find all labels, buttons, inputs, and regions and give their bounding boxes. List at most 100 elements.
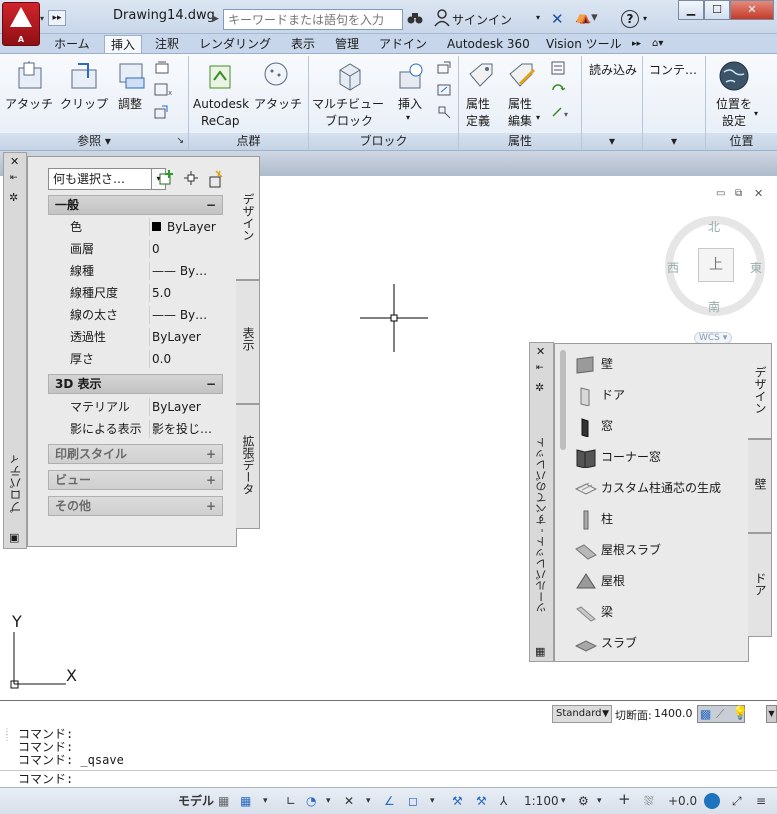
osnap-dropdown-icon[interactable]: ▾	[430, 793, 435, 809]
tool-beam[interactable]: 梁	[575, 600, 745, 624]
tab-display[interactable]: 表示	[236, 280, 260, 404]
import-panel-label[interactable]: 読み込み	[589, 62, 637, 78]
content-panel-label[interactable]: コンテ…	[649, 62, 697, 78]
grid-display-icon[interactable]: ▦	[218, 793, 229, 809]
category-plot-style[interactable]: 印刷スタイル +	[48, 444, 223, 464]
viewcube[interactable]: ▭ ⧉ ✕ 北 南 東 西 上 WCS ▾	[664, 187, 774, 348]
multiview-label-1[interactable]: マルチビュー	[312, 96, 384, 112]
help-dropdown-icon[interactable]: ▾	[643, 14, 647, 23]
elevation-value[interactable]: +0.0	[668, 793, 697, 809]
ortho-mode-icon[interactable]: ∟	[286, 793, 296, 809]
palette-properties-gear-icon[interactable]: ✲	[535, 381, 544, 394]
select-objects-icon[interactable]	[182, 169, 200, 190]
prop-row-color[interactable]: 色 ByLayer	[48, 216, 223, 238]
status-menu-icon[interactable]: ≡	[756, 793, 766, 809]
maximize-button[interactable]: ☐	[704, 0, 730, 20]
adjust-button[interactable]: 調整	[118, 96, 142, 112]
tool-corner-window[interactable]: コーナー窓	[575, 445, 745, 469]
isodraft-icon[interactable]: ✕	[344, 793, 354, 809]
tool-custom-column-grid[interactable]: カスタム柱通芯の生成	[575, 476, 745, 500]
underlay-layers-icon[interactable]	[154, 60, 170, 76]
surface-hatch-icon[interactable]: ▩	[700, 707, 711, 721]
search-input[interactable]	[223, 9, 403, 30]
isolate-objects-icon[interactable]: ⟋	[716, 707, 724, 722]
prop-row-layer[interactable]: 画層 0	[48, 238, 223, 260]
define-attribute-label-1[interactable]: 属性	[466, 96, 490, 112]
command-grip-icon[interactable]: ⋮ ⋮	[3, 728, 11, 742]
display-bar-menu-icon[interactable]: ▼	[766, 705, 777, 723]
palette-close-icon[interactable]: ✕	[536, 345, 545, 358]
set-location-dropdown-icon[interactable]: ▾	[754, 106, 758, 122]
fullscreen-icon[interactable]: ⤢	[732, 793, 742, 809]
category-misc[interactable]: その他 +	[48, 496, 223, 516]
lightbulb-icon[interactable]: 💡	[732, 706, 748, 721]
frames-icon[interactable]: x	[154, 82, 172, 98]
tab-extended-data[interactable]: 拡張データ	[236, 404, 260, 529]
snap-to-underlays-icon[interactable]	[154, 104, 170, 120]
content-panel-expand[interactable]: ▾	[643, 133, 705, 150]
ucs-plus-icon[interactable]: +	[618, 791, 631, 807]
tp-tab-wall[interactable]: 壁	[748, 439, 772, 533]
layer-key-icon[interactable]: ⛆	[644, 793, 654, 809]
workspace-gear-icon[interactable]: ⚙	[578, 793, 589, 809]
command-line-input[interactable]: コマンド:	[0, 770, 777, 787]
block-attribute-icon[interactable]	[436, 104, 452, 120]
add-selected-icon[interactable]	[158, 169, 176, 190]
edit-block-icon[interactable]	[436, 82, 452, 98]
tab-insert[interactable]: 挿入	[104, 35, 143, 54]
sync-attributes-icon[interactable]	[550, 82, 566, 98]
polar-tracking-icon[interactable]: ◔	[306, 793, 316, 809]
tool-window[interactable]: 窓	[575, 414, 745, 438]
annotation-scale-value[interactable]: 1:100	[524, 793, 559, 809]
tab-view[interactable]: 表示	[285, 35, 321, 54]
set-location-label-2[interactable]: 設定	[722, 113, 746, 129]
define-attribute-label-2[interactable]: 定義	[466, 113, 490, 129]
quick-select-icon[interactable]	[206, 169, 226, 192]
clip-button[interactable]: クリップ	[60, 96, 108, 112]
ribbon-minimize-icon[interactable]: ⌂▾	[646, 35, 669, 54]
prop-row-material[interactable]: マテリアル ByLayer	[48, 396, 223, 418]
exchange-apps-icon[interactable]: ✕	[551, 10, 564, 28]
attach-button[interactable]: アタッチ	[5, 96, 53, 112]
snap-dropdown-icon[interactable]: ▾	[263, 793, 268, 809]
model-space-button[interactable]: モデル	[178, 793, 214, 809]
create-block-icon[interactable]	[436, 60, 452, 76]
category-view[interactable]: ビュー +	[48, 470, 223, 490]
more-tabs-icon[interactable]: ▸▸	[626, 35, 647, 54]
insert-dropdown-icon[interactable]: ▾	[406, 110, 410, 126]
object-type-selector[interactable]: 何も選択さ…	[48, 168, 152, 190]
dialog-launcher-icon[interactable]: ↘	[176, 133, 184, 149]
app-menu-dropdown-icon[interactable]: ▾	[40, 14, 48, 23]
compass-south[interactable]: 南	[708, 298, 720, 315]
tool-palette-strip[interactable]: ✕ ⇤ ✲ ツールパレット - すべてのパレット ▦	[529, 342, 554, 662]
multiview-label-2[interactable]: ブロック	[325, 113, 373, 129]
palette-close-icon[interactable]: ✕	[10, 155, 19, 168]
binoculars-icon[interactable]	[407, 11, 423, 29]
tool-slab[interactable]: スラブ	[575, 631, 745, 655]
tool-column[interactable]: 柱	[575, 507, 745, 531]
cut-plane-value[interactable]: 1400.0	[654, 707, 693, 720]
signin-dropdown-icon[interactable]: ▾	[536, 13, 540, 22]
recap-label-2[interactable]: ReCap	[201, 113, 240, 129]
recap-label-1[interactable]: Autodesk	[193, 96, 249, 112]
signin-button[interactable]: サインイン	[452, 11, 512, 28]
viewport-min-icon[interactable]: ▭	[716, 188, 725, 199]
tab-design[interactable]: デザイン	[236, 156, 260, 280]
application-menu-button[interactable]: A	[2, 2, 40, 46]
set-location-label-1[interactable]: 位置を	[716, 96, 752, 112]
isodraft-dropdown-icon[interactable]: ▾	[366, 793, 371, 809]
properties-palette-strip[interactable]: ✕ ⇤ ✲ プロパティ ▣	[3, 152, 27, 549]
snap-mode-icon[interactable]: ▦	[240, 793, 251, 809]
reference-panel-footer[interactable]: 参照 ▾ ↘	[0, 133, 188, 150]
prop-row-transparency[interactable]: 透過性 ByLayer	[48, 326, 223, 348]
category-3d-display[interactable]: 3D 表示 −	[48, 374, 223, 394]
category-general[interactable]: 一般 −	[48, 195, 223, 215]
manage-attributes-icon[interactable]	[550, 60, 566, 76]
close-window-button[interactable]: ✕	[730, 0, 774, 20]
workspace-dropdown-icon[interactable]: ▾	[597, 793, 602, 809]
tab-autodesk360[interactable]: Autodesk 360	[441, 35, 536, 54]
viewcube-top-face[interactable]: 上	[698, 248, 734, 282]
tab-manage[interactable]: 管理	[329, 35, 365, 54]
viewport-restore-icon[interactable]: ⧉	[735, 188, 742, 199]
palette-autohide-icon[interactable]: ⇤	[10, 173, 18, 183]
